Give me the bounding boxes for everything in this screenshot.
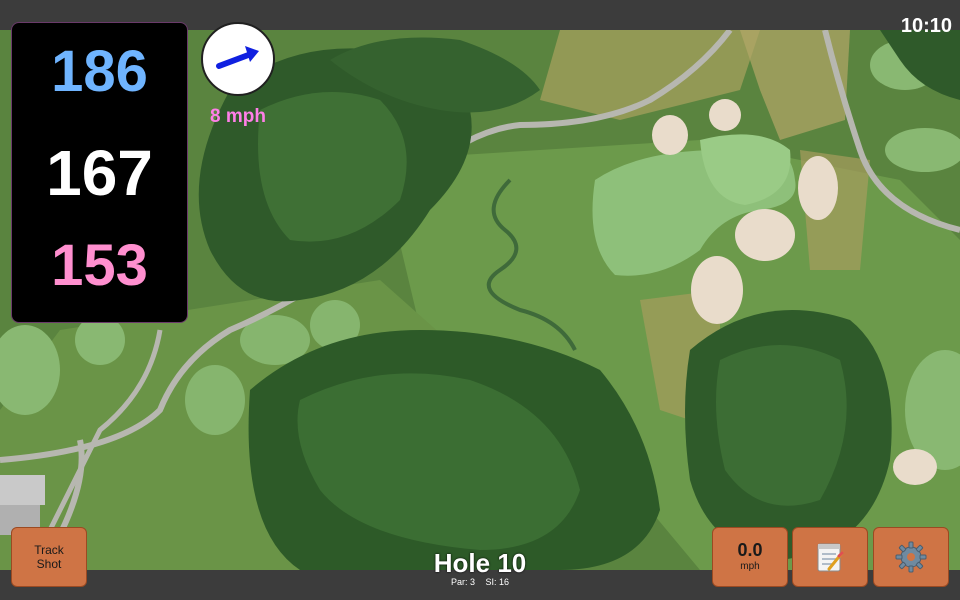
hole-title: Hole 10 [433,548,527,578]
hole-par: Par: 3 [450,577,475,587]
speed-value: 0.0 [737,540,763,560]
distance-front: 153 [51,233,148,298]
wind-direction-dial [201,22,275,96]
notes-button[interactable] [792,527,868,587]
notepad-icon [817,543,844,572]
distance-middle: 167 [46,137,153,209]
speed-unit: mph [740,561,760,572]
wind-arrow-icon [216,46,259,69]
track-shot-label-line1: Track [34,543,64,557]
track-shot-label-line2: Shot [36,557,62,571]
speed-button[interactable]: 0.0 mph [712,527,788,587]
distance-panel: 186 167 153 [11,22,188,323]
gear-icon [895,541,927,573]
hole-details: Par: 3 SI: 16 [380,577,580,588]
distance-back: 186 [51,39,148,104]
hole-stroke-index: SI: 16 [485,577,510,587]
wind-speed-label: 8 mph [210,106,266,127]
clock: 10:10 [900,15,952,37]
settings-button[interactable] [873,527,949,587]
track-shot-button[interactable]: Track Shot [11,527,87,587]
